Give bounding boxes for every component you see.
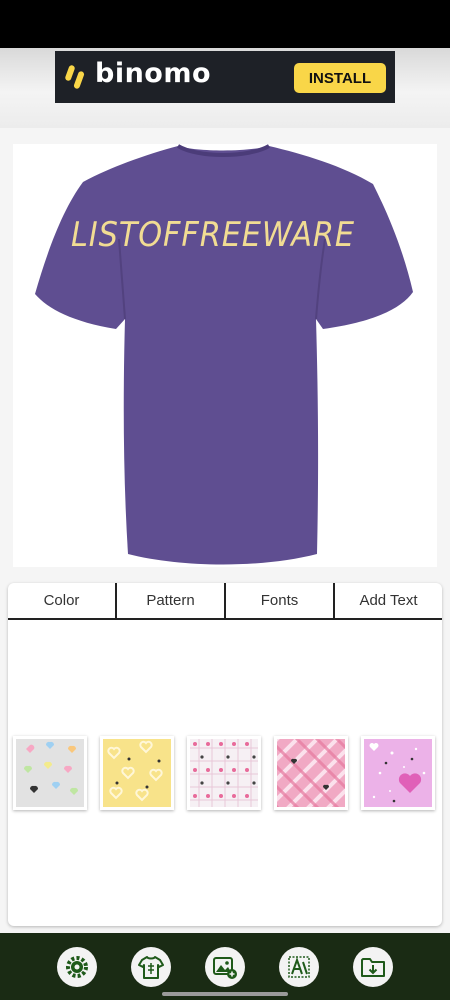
- bottom-navigation: [0, 933, 450, 1000]
- shirt-print-text: LISTOFFREEWARE: [71, 215, 355, 255]
- tab-fonts[interactable]: Fonts: [226, 583, 335, 618]
- text-design-button[interactable]: [279, 947, 319, 987]
- tshirt-style-button[interactable]: [131, 947, 171, 987]
- pattern-list: [8, 736, 442, 810]
- save-button[interactable]: [353, 947, 393, 987]
- pattern-swatch-pink-dots-grid[interactable]: [187, 736, 261, 810]
- tab-color[interactable]: Color: [8, 583, 117, 618]
- editor-panel: Color Pattern Fonts Add Text: [8, 583, 442, 926]
- tab-add-text[interactable]: Add Text: [335, 583, 442, 618]
- editor-tabs: Color Pattern Fonts Add Text: [8, 583, 442, 620]
- tshirt-image: LISTOFFREEWARE: [35, 144, 413, 565]
- home-indicator[interactable]: [162, 992, 288, 996]
- binomo-logo-icon: [65, 65, 85, 89]
- save-folder-icon: [361, 958, 385, 977]
- settings-button[interactable]: [57, 947, 97, 987]
- add-image-icon: [213, 957, 237, 979]
- pattern-swatch-yellow-hearts[interactable]: [100, 736, 174, 810]
- tshirt-preview: LISTOFFREEWARE: [13, 144, 437, 567]
- pattern-swatch-pink-plaid[interactable]: [274, 736, 348, 810]
- tab-pattern[interactable]: Pattern: [117, 583, 226, 618]
- pattern-swatch-pastel-hearts[interactable]: [13, 736, 87, 810]
- ad-banner[interactable]: binomo INSTALL: [55, 51, 395, 103]
- pattern-swatch-pink-sparkle-hearts[interactable]: [361, 736, 435, 810]
- gear-icon: [66, 956, 88, 978]
- tshirt-shape: [35, 146, 413, 565]
- ad-brand-name: binomo: [95, 58, 212, 89]
- add-image-button[interactable]: [205, 947, 245, 987]
- tshirt-icon: [138, 956, 164, 979]
- install-button[interactable]: INSTALL: [294, 63, 386, 93]
- status-bar: [0, 0, 450, 48]
- text-design-icon: [288, 956, 310, 978]
